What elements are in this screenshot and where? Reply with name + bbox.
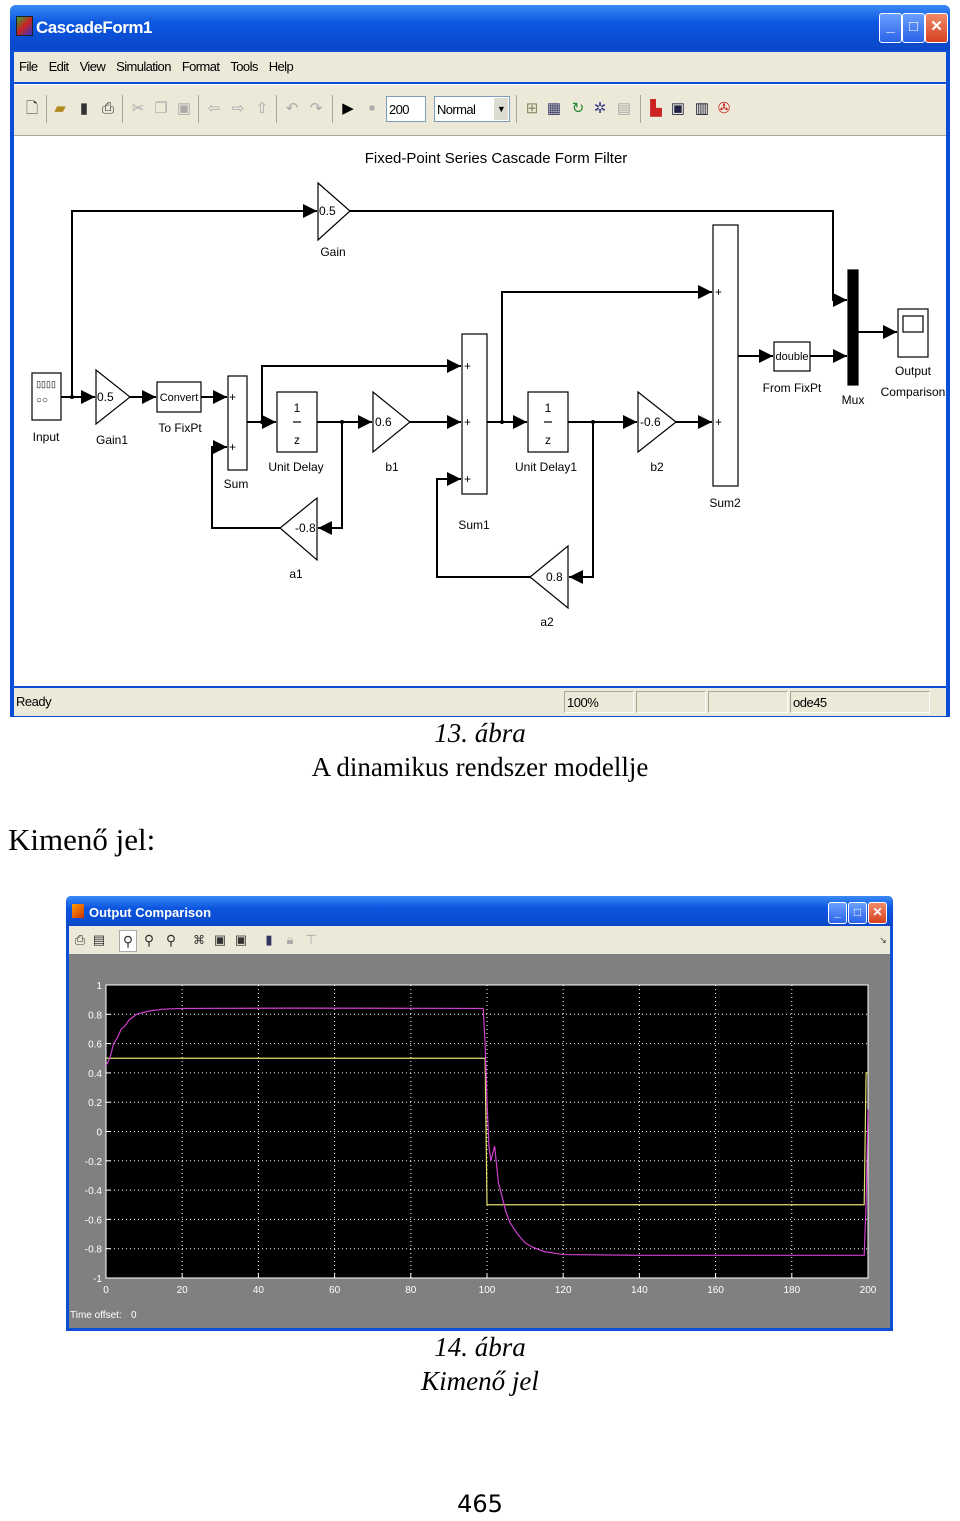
y-tick-label: 0.8 [88,1010,102,1021]
x-tick-label: 200 [860,1285,877,1296]
y-tick-label: -1 [93,1274,102,1285]
time-offset-label: Time offset: [70,1310,122,1321]
x-tick-label: 40 [253,1285,265,1296]
x-tick-label: 180 [783,1285,800,1296]
y-tick-label: -0.8 [85,1245,103,1256]
x-tick-label: 20 [177,1285,189,1296]
page-number: 465 [457,1490,503,1518]
figure14-caption: Kimenő jel [421,1366,539,1396]
x-tick-label: 0 [103,1285,109,1296]
y-tick-label: -0.2 [85,1157,103,1168]
x-tick-label: 140 [631,1285,648,1296]
x-tick-label: 60 [329,1285,341,1296]
y-tick-label: 0.2 [88,1098,102,1109]
x-tick-label: 120 [555,1285,572,1296]
y-tick-label: 0 [96,1128,102,1139]
time-offset-value: 0 [131,1310,137,1321]
figure14-number: 14. ábra [434,1332,526,1362]
x-tick-label: 80 [405,1285,417,1296]
x-tick-label: 100 [479,1285,496,1296]
y-tick-label: 1 [96,981,102,992]
y-tick-label: 0.6 [88,1040,102,1051]
y-tick-label: -0.4 [85,1186,103,1197]
x-tick-label: 160 [707,1285,724,1296]
scope-plot: 0 20 40 60 80 100 120 140 160 180 200 1 0.8 0.6 0.4 0.2… [85,981,877,1296]
y-tick-label: 0.4 [88,1069,102,1080]
y-tick-label: -0.6 [85,1215,103,1226]
